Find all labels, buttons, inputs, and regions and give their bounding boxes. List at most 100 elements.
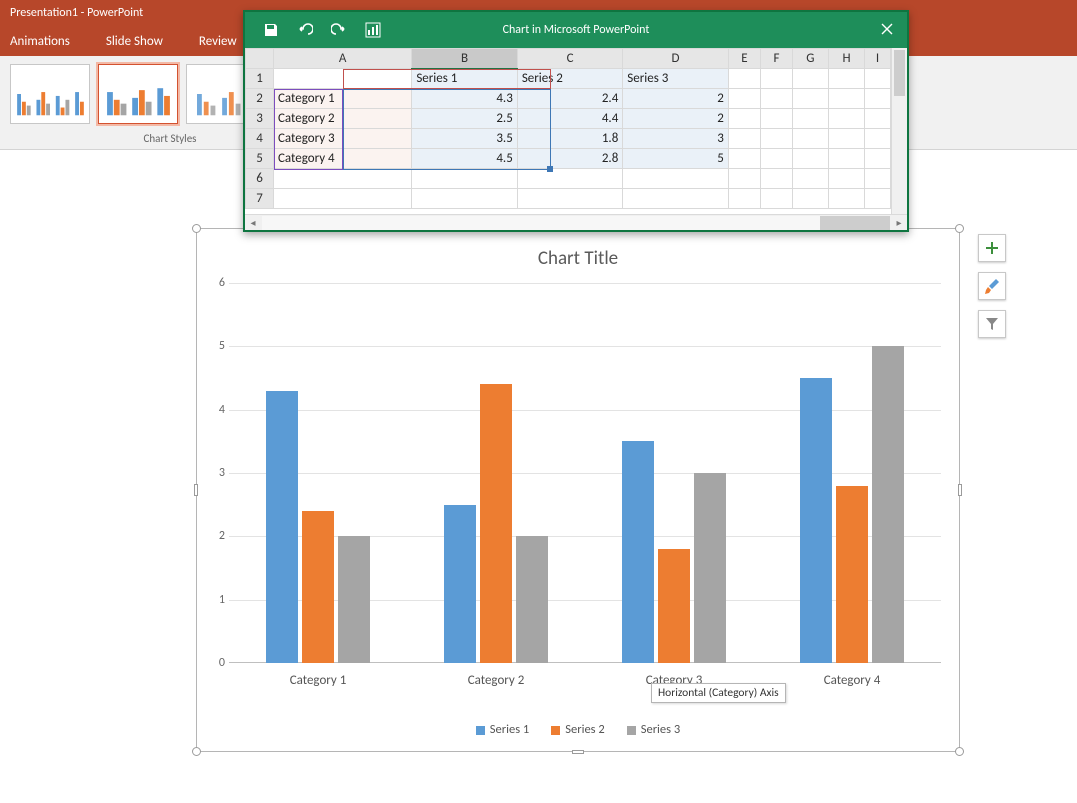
row-header[interactable]: 7 [246,189,274,209]
col-header[interactable]: G [792,49,828,69]
cell[interactable] [517,169,622,189]
resize-handle[interactable] [955,747,964,756]
cell[interactable] [728,169,760,189]
cell[interactable] [865,189,891,209]
chart-title[interactable]: Chart Title [197,247,959,270]
chart-elements-button[interactable] [978,234,1006,262]
cell[interactable]: 1.8 [517,129,622,149]
cell[interactable] [274,189,412,209]
chart-data-icon[interactable] [365,22,381,38]
excel-vertical-scrollbar[interactable] [891,48,907,214]
cell[interactable] [728,189,760,209]
legend-item[interactable]: Series 1 [476,722,529,737]
row-header[interactable]: 3 [246,109,274,129]
cell[interactable] [761,109,793,129]
cell[interactable] [274,69,412,89]
row-header[interactable]: 4 [246,129,274,149]
bar[interactable] [480,384,512,663]
row-header[interactable]: 1 [246,69,274,89]
resize-handle[interactable] [955,224,964,233]
resize-handle[interactable] [192,224,201,233]
chart-filters-button[interactable] [978,310,1006,338]
cell[interactable]: 2 [623,89,728,109]
legend-item[interactable]: Series 3 [627,722,680,737]
cell[interactable] [728,69,760,89]
cell[interactable] [828,189,864,209]
chart-style-thumb[interactable] [10,64,90,124]
cell[interactable] [792,189,828,209]
col-header[interactable]: I [865,49,891,69]
col-header[interactable]: H [828,49,864,69]
cell[interactable] [274,169,412,189]
cell[interactable] [761,69,793,89]
cell[interactable]: Category 3 [274,129,412,149]
cell[interactable]: 4.5 [412,149,517,169]
cell[interactable] [792,89,828,109]
chart-plot-area[interactable]: 0123456Category 1Category 2Category 3Cat… [229,283,941,663]
cell[interactable]: 2 [623,109,728,129]
cell[interactable] [412,189,517,209]
resize-handle[interactable] [572,750,584,754]
col-header[interactable]: B [412,49,517,69]
bar[interactable] [836,486,868,663]
col-header[interactable]: A [274,49,412,69]
cell[interactable]: 5 [623,149,728,169]
bar[interactable] [658,549,690,663]
cell[interactable]: 4.4 [517,109,622,129]
redo-icon[interactable] [331,22,347,38]
col-header[interactable]: D [623,49,728,69]
cell[interactable]: Category 4 [274,149,412,169]
bar[interactable] [872,346,904,663]
category-label[interactable]: Category 2 [407,673,585,688]
cell[interactable]: 3.5 [412,129,517,149]
cell[interactable] [865,149,891,169]
row-header[interactable]: 5 [246,149,274,169]
excel-chart-data-window[interactable]: Chart in Microsoft PowerPoint A B C D E … [243,10,909,232]
cell[interactable]: Category 2 [274,109,412,129]
undo-icon[interactable] [297,22,313,38]
cell[interactable] [828,129,864,149]
bar[interactable] [694,473,726,663]
col-header[interactable]: E [728,49,760,69]
chart-style-thumb[interactable] [98,64,178,124]
cell[interactable] [792,169,828,189]
cell[interactable] [761,189,793,209]
cell[interactable]: 2.8 [517,149,622,169]
cell[interactable] [761,169,793,189]
save-icon[interactable] [263,22,279,38]
scroll-right-arrow-icon[interactable]: ▸ [891,216,907,230]
legend-item[interactable]: Series 2 [551,722,604,737]
scroll-left-arrow-icon[interactable]: ◂ [245,216,261,230]
cell[interactable]: 3 [623,129,728,149]
col-header[interactable]: C [517,49,622,69]
bar[interactable] [302,511,334,663]
bar[interactable] [800,378,832,663]
cell[interactable] [728,89,760,109]
bar[interactable] [338,536,370,663]
chart-legend[interactable]: Series 1 Series 2 Series 3 [197,722,959,737]
bar[interactable] [516,536,548,663]
cell[interactable] [728,129,760,149]
cell[interactable] [761,149,793,169]
cell[interactable] [792,129,828,149]
cell[interactable] [865,169,891,189]
cell[interactable]: Series 3 [623,69,728,89]
bar[interactable] [622,441,654,663]
cell[interactable]: Series 1 [412,69,517,89]
select-all-cell[interactable] [246,49,274,69]
cell[interactable] [623,189,728,209]
cell[interactable] [828,69,864,89]
bar[interactable] [266,391,298,663]
row-header[interactable]: 6 [246,169,274,189]
cell[interactable] [792,69,828,89]
category-label[interactable]: Category 1 [229,673,407,688]
cell[interactable] [828,169,864,189]
cell[interactable]: 4.3 [412,89,517,109]
tab-animations[interactable]: Animations [10,34,70,49]
excel-grid[interactable]: A B C D E F G H I 1 Series 1 Series 2 Se… [245,48,891,214]
excel-title-bar[interactable]: Chart in Microsoft PowerPoint [245,12,907,48]
resize-handle[interactable] [192,747,201,756]
tab-review[interactable]: Review [199,34,237,49]
cell[interactable] [517,189,622,209]
close-button[interactable] [877,19,897,39]
